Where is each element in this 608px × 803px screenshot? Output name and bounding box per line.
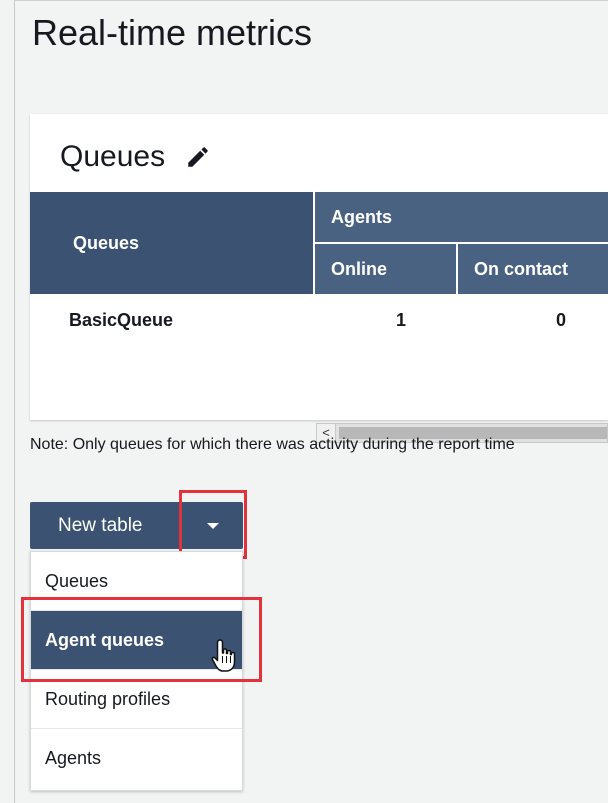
column-group-agents: Agents — [315, 192, 608, 242]
table-row-queue-name: BasicQueue — [69, 310, 174, 330]
callout-highlight-toggle — [179, 490, 247, 559]
column-header-queues[interactable]: Queues — [30, 192, 313, 294]
column-header-on-contact[interactable]: On contact — [458, 244, 608, 294]
pencil-icon[interactable] — [185, 144, 211, 170]
queues-table-card: Queues Queues Agents Online On contact B… — [30, 114, 608, 443]
page-canvas: Real-time metrics Queues Queues Agents O… — [0, 0, 608, 803]
hand-pointer-icon — [211, 639, 236, 672]
metrics-table: Queues Agents Online On contact BasicQue… — [30, 192, 608, 443]
column-header-online[interactable]: Online — [315, 244, 456, 294]
window-border-left — [14, 0, 15, 803]
activity-note: Note: Only queues for which there was ac… — [30, 436, 515, 453]
table-row-on-contact-value: 0 — [556, 310, 567, 330]
page-title: Real-time metrics — [32, 12, 313, 53]
table-row-online-value: 1 — [396, 310, 407, 330]
new-table-label[interactable]: New table — [58, 502, 143, 549]
card-title: Queues — [60, 140, 166, 173]
menu-item-agents[interactable]: Agents — [31, 729, 242, 788]
window-border-top — [14, 0, 608, 1]
